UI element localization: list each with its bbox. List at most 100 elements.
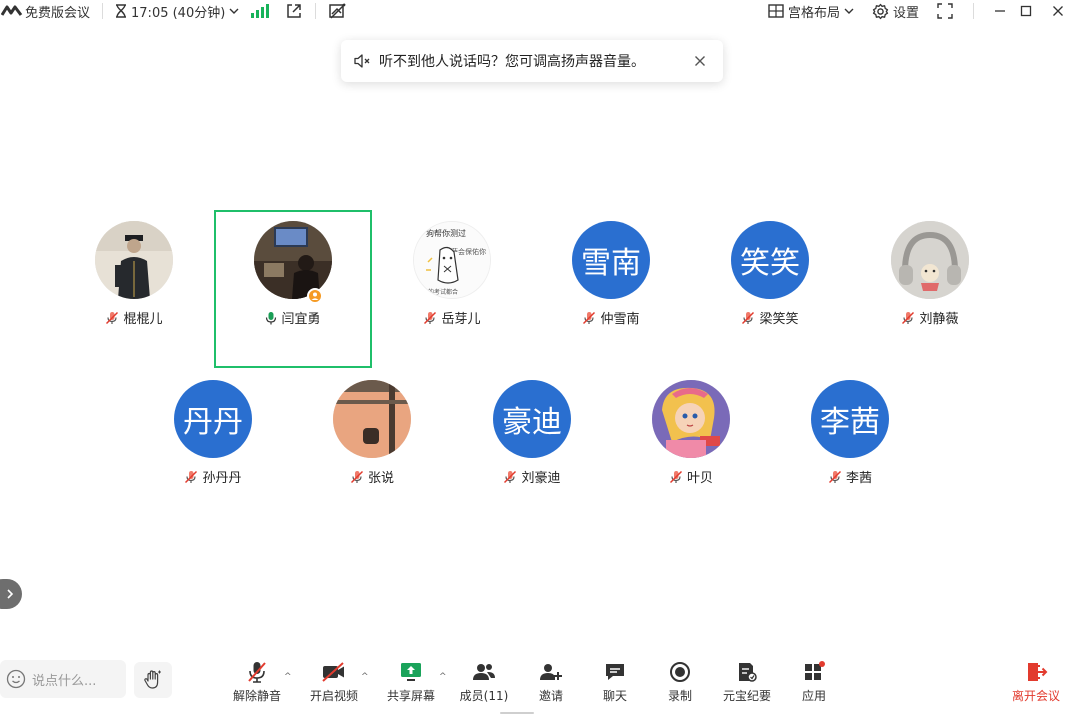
share-out-icon[interactable] xyxy=(285,2,303,20)
meeting-time-text: 17:05 (40分钟) xyxy=(131,5,226,21)
divider xyxy=(315,3,317,19)
avatar-initials: 豪迪 xyxy=(493,380,571,458)
mic-muted-icon xyxy=(185,470,198,483)
ai-summary-label: 元宝纪要 xyxy=(722,689,771,703)
tencent-meeting-logo-icon xyxy=(1,5,23,16)
participant-tile[interactable]: 叶贝 xyxy=(612,369,770,527)
ai-summary-button[interactable]: 元宝纪要 xyxy=(717,660,777,706)
avatar xyxy=(95,221,173,299)
mic-muted-icon xyxy=(828,470,842,483)
sticker-text: 的考试都合 xyxy=(428,288,458,296)
share-options-chevron-icon[interactable]: ^ xyxy=(439,672,447,682)
participant-name-row: 岳芽儿 xyxy=(373,308,531,327)
plan-label[interactable]: 免费版会议 xyxy=(25,2,90,21)
mic-muted-icon xyxy=(504,470,517,483)
participant-name-row: 张说 xyxy=(293,467,451,486)
mic-muted-icon xyxy=(742,311,755,324)
participant-name-row: 孙丹丹 xyxy=(134,467,292,486)
participant-name-row: 闫宜勇 xyxy=(216,308,370,327)
participant-name-row: 棍棍儿 xyxy=(55,308,213,327)
invite-button[interactable]: 邀请 xyxy=(521,660,581,706)
avatar-photo-cartoon-girl xyxy=(652,380,730,458)
unmute-label: 解除静音 xyxy=(232,689,281,703)
participant-tile[interactable]: 雪南 仲雪南 xyxy=(532,210,690,368)
share-screen-label: 共享屏幕 xyxy=(386,689,435,703)
toast-message: 听不到他人说话吗？您可调高扬声器音量。 xyxy=(379,54,645,70)
apps-label: 应用 xyxy=(801,689,826,703)
apps-button[interactable]: 应用 xyxy=(784,660,844,706)
avatar-initials: 李茜 xyxy=(811,380,889,458)
participant-tile[interactable]: 李茜 李茜 xyxy=(771,369,929,527)
hourglass-icon xyxy=(116,4,127,18)
side-panel-toggle-button[interactable] xyxy=(0,579,22,609)
video-options-chevron-icon[interactable]: ^ xyxy=(361,672,369,682)
mic-muted-icon xyxy=(902,311,915,324)
speaker-muted-icon xyxy=(354,54,370,68)
members-button[interactable]: 成员(11) xyxy=(454,660,514,706)
bottom-toolbar: 说点什么... 解除静音 ^ 开启视频 ^ 共享屏幕 ^ 成员(11) 邀请 聊… xyxy=(0,646,1080,714)
chevron-down-icon xyxy=(229,8,239,14)
exit-door-icon xyxy=(1028,663,1048,681)
share-screen-button[interactable]: 共享屏幕 xyxy=(381,660,441,706)
divider xyxy=(973,3,974,19)
sticker-text: 狗帮你测过 xyxy=(426,228,466,238)
host-badge-icon xyxy=(307,288,323,304)
chat-quick-input[interactable]: 说点什么... xyxy=(0,660,126,698)
grid-layout-icon xyxy=(768,4,784,18)
participant-name: 刘静薇 xyxy=(919,312,959,327)
emoji-icon xyxy=(6,669,26,689)
participant-tile[interactable]: 笑笑 梁笑笑 xyxy=(691,210,849,368)
chat-label: 聊天 xyxy=(602,689,627,703)
participant-tile[interactable]: 张说 xyxy=(293,369,451,527)
apps-grid-icon xyxy=(805,661,825,680)
minimize-icon[interactable] xyxy=(994,5,1006,17)
participant-tile[interactable]: 丹丹 孙丹丹 xyxy=(134,369,292,527)
unmute-button[interactable]: 解除静音 xyxy=(227,660,287,706)
mic-speaking-icon xyxy=(266,311,277,324)
participant-name-row: 仲雪南 xyxy=(532,308,690,327)
ai-tools-icon[interactable] xyxy=(328,2,348,20)
mic-muted-icon xyxy=(106,311,119,324)
camera-off-icon xyxy=(322,662,344,682)
toast-close-button[interactable] xyxy=(689,50,711,72)
participant-tile-active-speaker[interactable]: 闫宜勇 xyxy=(214,210,372,368)
avatar xyxy=(333,380,411,458)
record-button[interactable]: 录制 xyxy=(650,660,710,706)
participant-name-row: 李茜 xyxy=(771,467,929,486)
members-label: 成员(11) xyxy=(459,689,509,703)
leave-meeting-label: 离开会议 xyxy=(1011,689,1060,703)
layout-button[interactable]: 宫格布局 xyxy=(768,2,854,21)
start-video-label: 开启视频 xyxy=(309,689,358,703)
participant-tile[interactable]: 豪迪 刘豪迪 xyxy=(453,369,611,527)
close-window-icon[interactable] xyxy=(1052,5,1064,17)
participant-tile[interactable]: 狗帮你测过 普萨会保佑你 的考试都合 岳芽儿 xyxy=(373,210,531,368)
settings-button[interactable]: 设置 xyxy=(872,2,919,21)
participant-name: 刘豪迪 xyxy=(521,471,561,486)
meeting-timer[interactable]: 17:05 (40分钟) xyxy=(115,2,239,21)
share-screen-icon xyxy=(401,663,421,681)
chevron-right-icon xyxy=(7,589,14,599)
network-signal-icon[interactable] xyxy=(251,3,270,18)
raise-hand-button[interactable] xyxy=(134,662,172,698)
avatar-photo-officer xyxy=(95,221,173,299)
avatar-initials: 雪南 xyxy=(572,221,650,299)
participant-tile[interactable]: 棍棍儿 xyxy=(55,210,213,368)
avatar xyxy=(891,221,969,299)
leave-meeting-button[interactable]: 离开会议 xyxy=(1006,660,1066,706)
participant-name: 仲雪南 xyxy=(600,312,640,327)
chat-button[interactable]: 聊天 xyxy=(585,660,645,706)
close-icon xyxy=(695,56,705,66)
members-icon xyxy=(473,664,495,680)
audio-options-chevron-icon[interactable]: ^ xyxy=(284,672,292,682)
participant-name: 闫宜勇 xyxy=(281,312,321,327)
fullscreen-icon[interactable] xyxy=(937,3,953,19)
record-icon xyxy=(670,662,690,682)
avatar-photo-window xyxy=(333,380,411,458)
avatar-initials: 丹丹 xyxy=(174,380,252,458)
start-video-button[interactable]: 开启视频 xyxy=(304,660,364,706)
mic-muted-icon xyxy=(424,311,437,324)
participant-name-row: 刘静薇 xyxy=(851,308,1009,327)
maximize-icon[interactable] xyxy=(1020,5,1032,17)
participant-tile[interactable]: 刘静薇 xyxy=(851,210,1009,368)
notes-ai-icon xyxy=(739,663,757,682)
